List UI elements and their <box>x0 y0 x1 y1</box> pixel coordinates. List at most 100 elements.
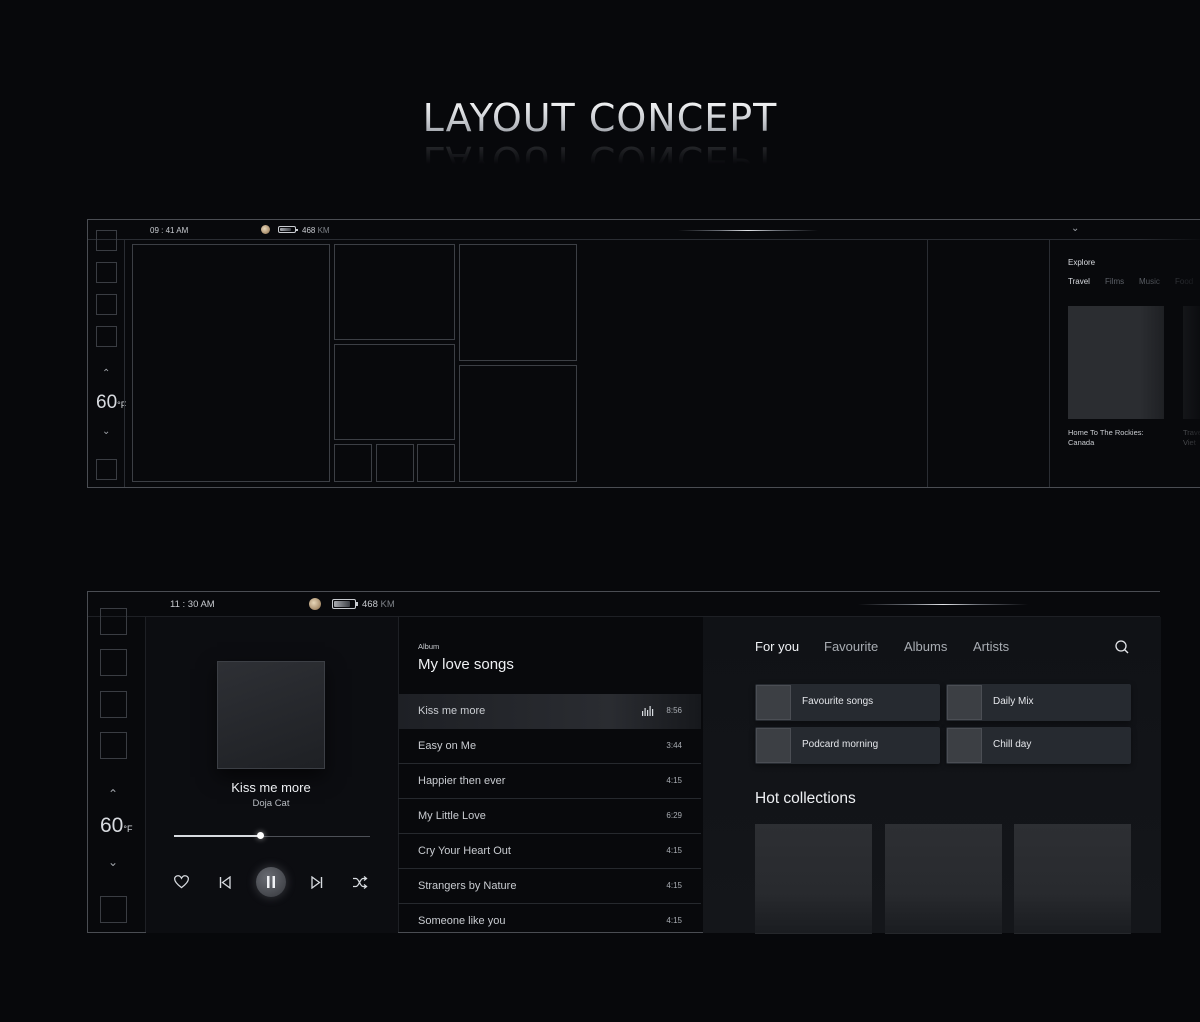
temp-down-icon-2[interactable]: ⌄ <box>108 856 118 868</box>
explore-tab-travel[interactable]: Travel <box>1068 277 1090 286</box>
panel-divider-1 <box>927 240 928 487</box>
status-divider <box>88 239 1200 240</box>
temperature-value-2: 60 <box>100 814 124 837</box>
playlist-card-favourite-songs[interactable]: Favourite songs <box>755 684 940 721</box>
temp-up-icon[interactable]: ⌃ <box>102 369 110 379</box>
wire-block-c2 <box>376 444 414 482</box>
page-title-reflection: LAYOUT CONCEPT <box>422 138 778 182</box>
explore-card-2-line1: Trave <box>1183 428 1200 437</box>
track-name: Happier then ever <box>418 775 506 787</box>
playlist-thumb <box>947 728 982 763</box>
heart-icon[interactable] <box>172 873 190 891</box>
track-row[interactable]: My Little Love 6:29 <box>398 799 701 834</box>
rail-slot-4[interactable] <box>96 326 117 347</box>
tab-artists[interactable]: Artists <box>973 639 1009 654</box>
explore-card-1[interactable] <box>1068 306 1164 419</box>
user-avatar-2[interactable] <box>309 598 321 610</box>
page-title-block: LAYOUT CONCEPT LAYOUT CONCEPT <box>0 96 1200 182</box>
wire-block-large <box>132 244 330 482</box>
range-value-2: 468 KM <box>362 599 395 610</box>
temperature-value: 60 <box>96 392 118 413</box>
rail-slot-c[interactable] <box>100 691 127 718</box>
tab-favourite[interactable]: Favourite <box>824 639 878 654</box>
wire-block-d <box>459 244 577 361</box>
track-time: 8:56 <box>666 706 682 715</box>
now-playing-title: Kiss me more <box>231 780 311 795</box>
album-art <box>217 661 325 769</box>
chevron-down-icon[interactable]: ⌄ <box>1071 224 1079 234</box>
track-time: 4:15 <box>666 881 682 890</box>
rail-slot-1[interactable] <box>96 230 117 251</box>
wire-block-a <box>334 244 455 340</box>
rail-slot-2[interactable] <box>96 262 117 283</box>
track-name: My Little Love <box>418 810 486 822</box>
wire-block-c1 <box>334 444 372 482</box>
skip-next-icon[interactable] <box>308 873 326 891</box>
track-name: Cry Your Heart Out <box>418 845 511 857</box>
explore-tab-films[interactable]: Films <box>1105 277 1124 286</box>
track-time: 4:15 <box>666 776 682 785</box>
track-row[interactable]: Kiss me more 8:56 <box>398 694 701 729</box>
track-row[interactable]: Cry Your Heart Out 4:15 <box>398 834 701 869</box>
wire-block-c3 <box>417 444 455 482</box>
range-unit: KM <box>317 226 330 235</box>
playlist-card-podcard-morning[interactable]: Podcard morning <box>755 727 940 764</box>
music-player-screen: 11 : 30 AM 468 KM ⌃ 60°F ⌄ Kiss me more … <box>87 591 1161 934</box>
wire-block-b <box>334 344 455 440</box>
explore-card-1-line1: Home To The Rockies: <box>1068 428 1144 437</box>
temperature-display: 60°F <box>96 392 126 414</box>
tab-albums[interactable]: Albums <box>904 639 947 654</box>
track-row[interactable]: Strangers by Nature 4:15 <box>398 869 701 904</box>
track-row[interactable]: Easy on Me 3:44 <box>398 729 701 764</box>
rail-slot-e[interactable] <box>100 896 127 923</box>
status-time-2: 11 : 30 AM <box>170 599 215 610</box>
skip-previous-icon[interactable] <box>216 873 234 891</box>
track-name: Kiss me more <box>418 705 486 717</box>
pause-icon <box>267 876 275 888</box>
progress-knob[interactable] <box>256 832 264 839</box>
user-avatar[interactable] <box>261 225 270 234</box>
library-bottom-fade <box>703 893 1161 933</box>
rail-slot-5[interactable] <box>96 459 117 480</box>
rail-slot-b[interactable] <box>100 649 127 676</box>
search-icon[interactable] <box>1114 639 1130 655</box>
temp-down-icon[interactable]: ⌄ <box>102 427 110 437</box>
page-title: LAYOUT CONCEPT <box>422 96 778 140</box>
range-number: 468 <box>302 226 316 235</box>
layout-wireframe-screen: 09 : 41 AM 468 KM ⌄ ⌃ 60°F ⌄ Explore Tra… <box>87 219 1200 488</box>
temperature-display-2: 60°F <box>100 814 132 838</box>
track-name: Easy on Me <box>418 740 477 752</box>
tab-for-you[interactable]: For you <box>755 639 799 654</box>
explore-card-1-caption: Home To The Rockies: Canada <box>1068 428 1144 448</box>
playlist-thumb <box>947 685 982 720</box>
temp-up-icon-2[interactable]: ⌃ <box>108 788 118 800</box>
explore-card-2-line2: Viet <box>1183 438 1196 447</box>
temperature-unit-2: °F <box>123 824 133 834</box>
explore-card-2[interactable] <box>1183 306 1200 419</box>
explore-tab-food[interactable]: Food <box>1175 277 1193 286</box>
track-time: 4:15 <box>666 846 682 855</box>
rail-slot-d[interactable] <box>100 732 127 759</box>
library-panel: For you Favourite Albums Artists Favouri… <box>703 617 1161 934</box>
rail-slot-a[interactable] <box>100 608 127 635</box>
rail-slot-3[interactable] <box>96 294 117 315</box>
playlist-card-daily-mix[interactable]: Daily Mix <box>946 684 1131 721</box>
explore-card-2-caption: Trave Viet <box>1183 428 1200 448</box>
explore-tab-music[interactable]: Music <box>1139 277 1160 286</box>
playlist-thumb <box>756 728 791 763</box>
shuffle-icon[interactable] <box>351 873 369 891</box>
playlist-card-chill-day[interactable]: Chill day <box>946 727 1131 764</box>
track-row[interactable]: Someone like you 4:15 <box>398 904 701 933</box>
range-number-2: 468 <box>362 599 378 610</box>
track-time: 4:15 <box>666 916 682 925</box>
explore-card-1-line2: Canada <box>1068 438 1095 447</box>
pause-button[interactable] <box>256 867 286 897</box>
playlist-label: Daily Mix <box>993 696 1034 707</box>
now-playing-panel: Kiss me more Doja Cat <box>146 617 398 933</box>
playlist-label: Favourite songs <box>802 696 874 707</box>
track-time: 6:29 <box>666 811 682 820</box>
album-name: My love songs <box>418 656 514 673</box>
track-row[interactable]: Happier then ever 4:15 <box>398 764 701 799</box>
explore-title: Explore <box>1068 258 1096 267</box>
equalizer-icon <box>642 706 654 716</box>
